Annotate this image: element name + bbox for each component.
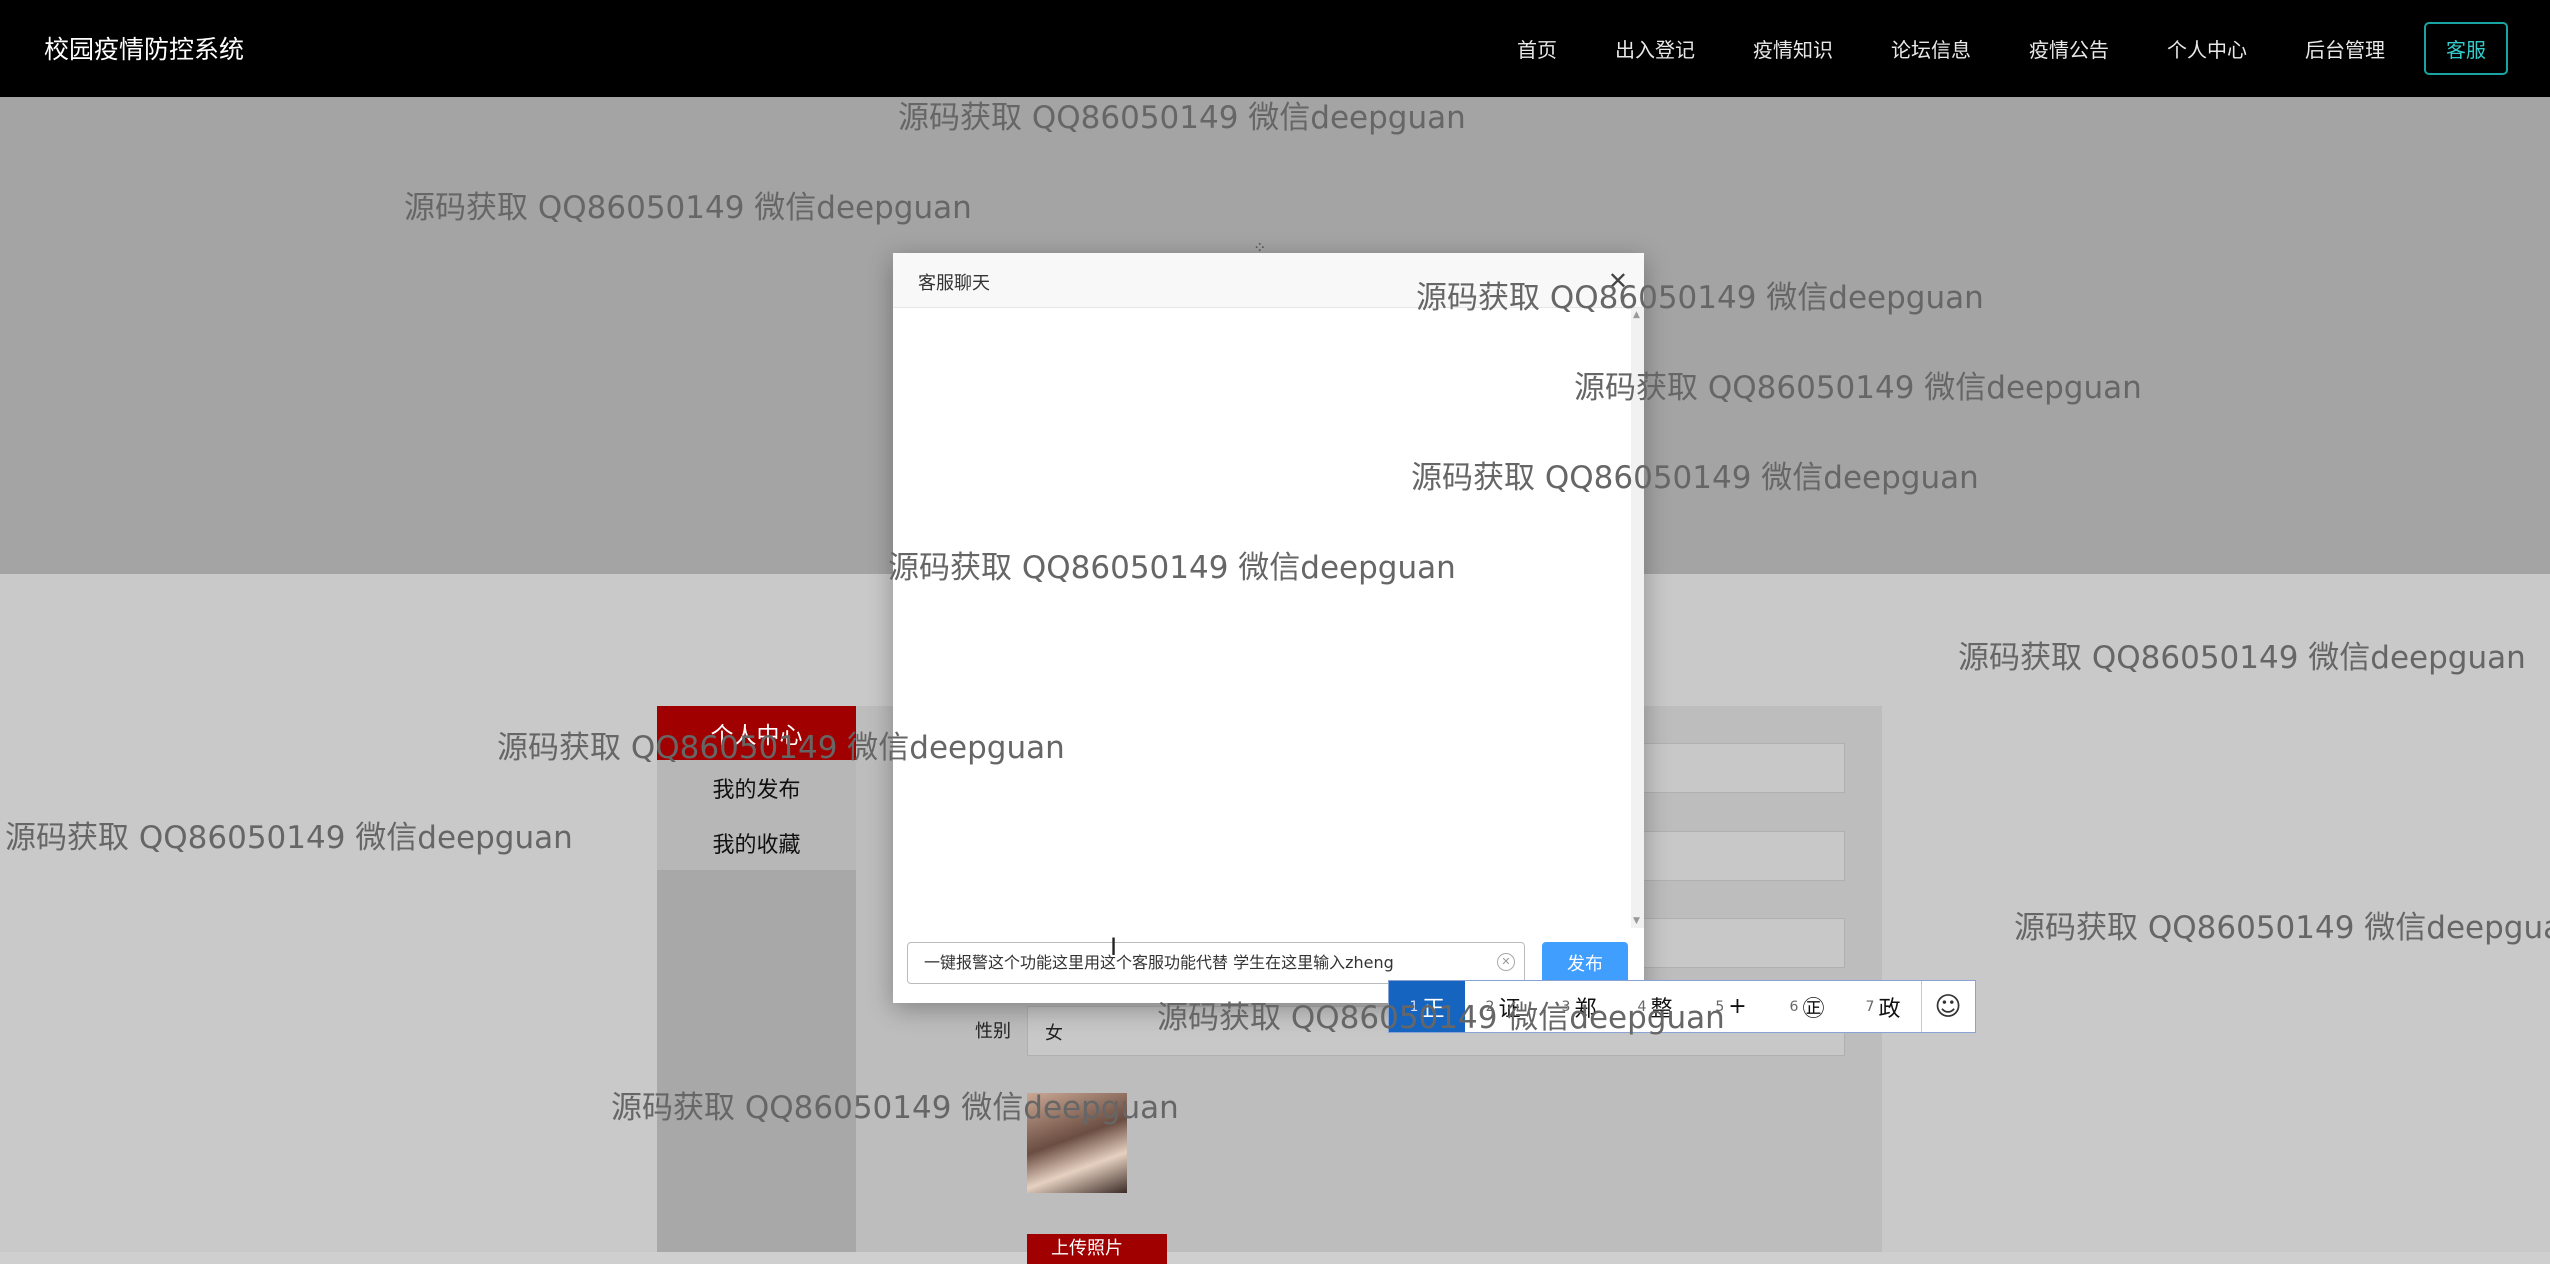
scroll-up-icon[interactable]: ▲ [1633, 310, 1640, 320]
candidate-number: 3 [1561, 998, 1571, 1015]
sidebar-column [657, 870, 856, 1252]
candidate-number: 6 [1789, 998, 1799, 1015]
text-cursor-icon: I [1110, 933, 1118, 961]
candidate-number: 2 [1485, 998, 1495, 1015]
avatar [1027, 1093, 1127, 1193]
candidate-text: ㊣ [1802, 996, 1825, 1022]
ime-candidate-6[interactable]: 6 ㊣ [1769, 981, 1845, 1032]
chat-scrollbar[interactable]: ▲ ▼ [1631, 308, 1644, 928]
customer-service-button[interactable]: 客服 [2424, 22, 2508, 75]
dialog-header: 客服聊天 ✕ [893, 253, 1644, 308]
candidate-text: 正 [1422, 996, 1445, 1022]
candidate-text: 政 [1878, 996, 1901, 1022]
nav-announcement[interactable]: 疫情公告 [2029, 34, 2109, 63]
candidate-text: 整 [1650, 996, 1673, 1022]
site-brand[interactable]: 校园疫情防控系统 [44, 30, 244, 66]
upload-photo-button[interactable]: 上传照片 [1027, 1234, 1167, 1264]
ime-candidate-3[interactable]: 3郑 [1541, 981, 1617, 1032]
candidate-number: 5 [1715, 998, 1725, 1015]
candidate-number: 1 [1409, 998, 1419, 1015]
nav-home[interactable]: 首页 [1517, 34, 1557, 63]
candidate-text: + [1728, 994, 1747, 1019]
ime-candidate-bar: 1正 2证 3郑 4整 5 + 6 ㊣ 7政 ☺ [1388, 980, 1976, 1033]
close-icon[interactable]: ✕ [1608, 267, 1628, 295]
nav-entry-exit[interactable]: 出入登记 [1615, 34, 1695, 63]
candidate-text: 郑 [1574, 996, 1597, 1022]
chat-message-area[interactable] [893, 308, 1631, 928]
chat-message-input[interactable]: 一键报警这个功能这里用这个客服功能代替 学生在这里输入zheng [907, 942, 1525, 984]
candidate-number: 4 [1637, 998, 1647, 1015]
nav-personal-center[interactable]: 个人中心 [2167, 34, 2247, 63]
ime-candidate-5[interactable]: 5 + [1693, 981, 1769, 1032]
ime-candidate-4[interactable]: 4整 [1617, 981, 1693, 1032]
gender-value: 女 [1045, 1023, 1063, 1044]
ime-candidate-2[interactable]: 2证 [1465, 981, 1541, 1032]
sidebar-item-my-posts[interactable]: 我的发布 [657, 761, 856, 815]
top-navbar: 校园疫情防控系统 首页 出入登记 疫情知识 论坛信息 疫情公告 个人中心 后台管… [0, 0, 2550, 97]
clear-input-icon[interactable]: ✕ [1497, 953, 1515, 971]
dialog-title: 客服聊天 [918, 273, 990, 294]
candidate-number: 7 [1865, 998, 1875, 1015]
ime-candidate-1[interactable]: 1正 [1389, 981, 1465, 1032]
ime-candidate-7[interactable]: 7政 [1845, 981, 1921, 1032]
gender-label: 性别 [975, 1021, 1011, 1042]
smiley-icon[interactable]: ☺ [1921, 981, 1974, 1032]
scroll-down-icon[interactable]: ▼ [1633, 916, 1640, 926]
candidate-text: 证 [1498, 996, 1521, 1022]
send-button[interactable]: 发布 [1542, 942, 1628, 984]
nav-admin[interactable]: 后台管理 [2305, 34, 2385, 63]
chat-dialog: 客服聊天 ✕ ▲ ▼ 一键报警这个功能这里用这个客服功能代替 学生在这里输入zh… [893, 253, 1644, 1003]
sidebar-item-my-favorites[interactable]: 我的收藏 [657, 816, 856, 870]
sidebar-title[interactable]: 个人中心 [657, 706, 856, 760]
nav-knowledge[interactable]: 疫情知识 [1753, 34, 1833, 63]
nav-forum[interactable]: 论坛信息 [1891, 34, 1971, 63]
main-nav: 首页 出入登记 疫情知识 论坛信息 疫情公告 个人中心 后台管理 客服 [1488, 0, 2550, 97]
